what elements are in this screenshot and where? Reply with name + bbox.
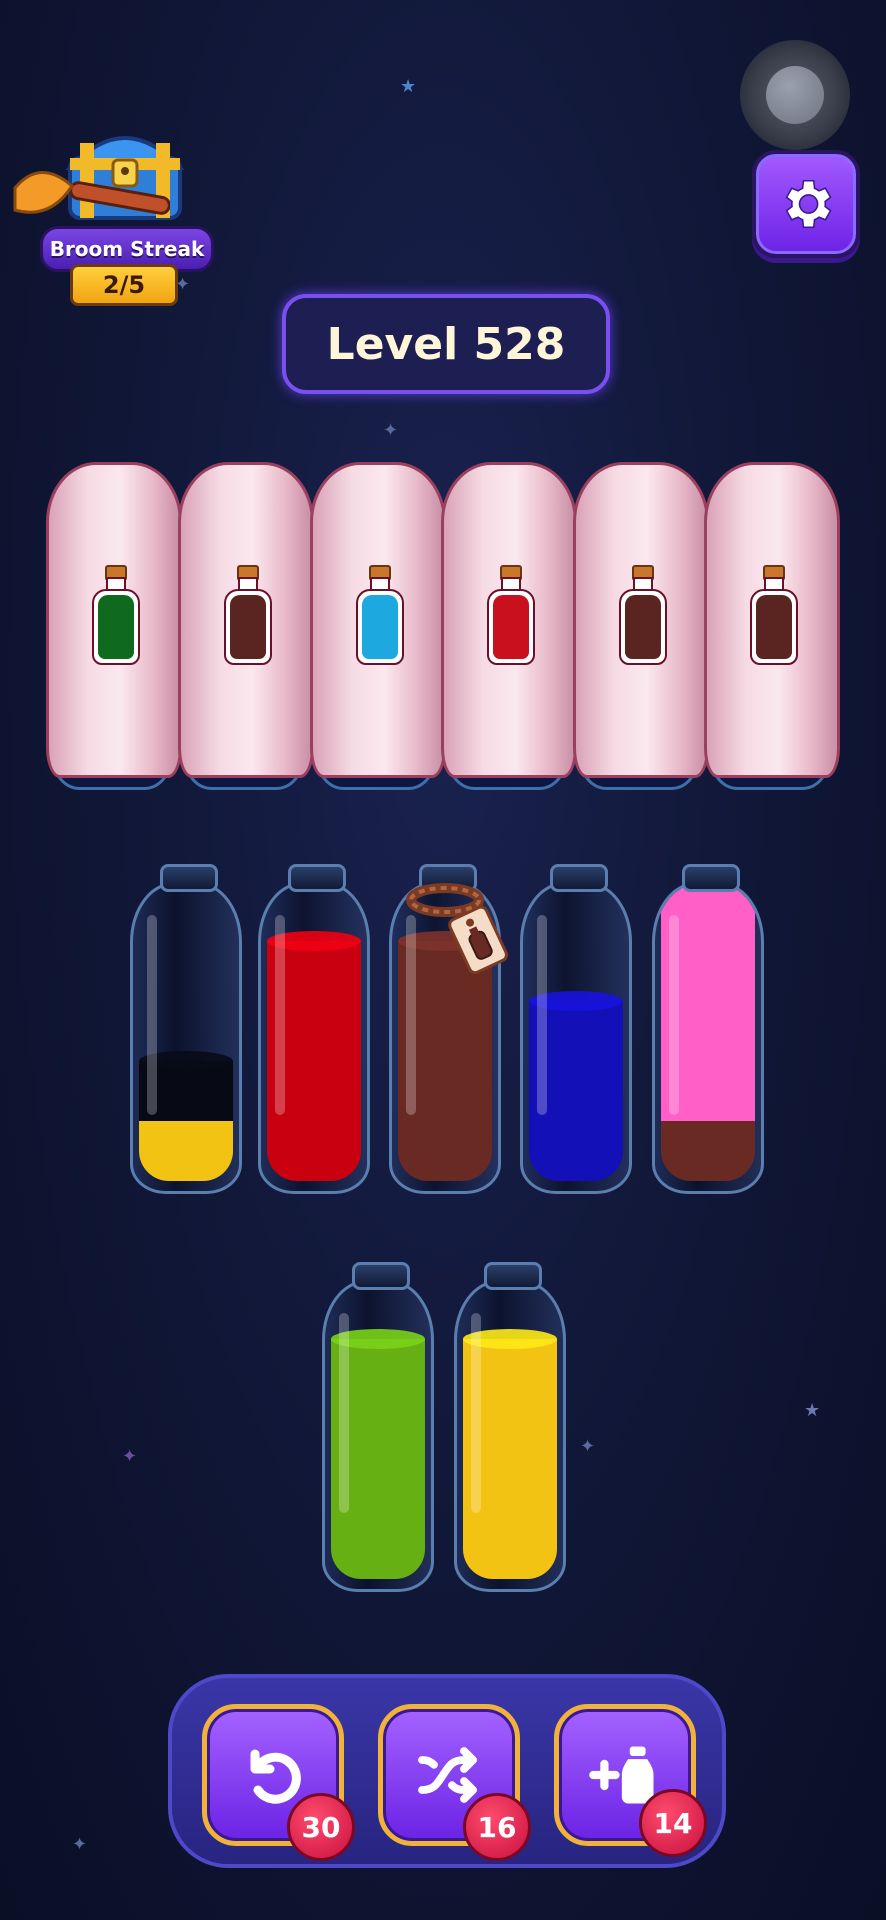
tube-cap [288,864,346,892]
cloth-cover [704,462,840,778]
broom-streak-count: 2/5 [70,264,178,306]
star-decoration: ★ [804,1400,821,1421]
covered-bottle[interactable] [310,462,446,792]
tube[interactable] [454,1262,566,1592]
hint-bottle-icon [487,565,535,665]
tube-cap [682,864,740,892]
broom-streak-label: Broom Streak [49,237,205,261]
add-tube-button[interactable]: 14 [554,1704,707,1857]
hint-bottle-icon [356,565,404,665]
hint-bottle-icon [750,565,798,665]
cloth-cover [441,462,577,778]
tube-cap [484,1262,542,1290]
shuffle-button[interactable]: 16 [378,1704,531,1861]
covered-bottle[interactable] [704,462,840,792]
star-decoration: ✦ [72,1834,88,1855]
tube[interactable] [520,864,632,1194]
liquid-layer [139,1121,233,1181]
rope-lock-icon [406,883,508,975]
tube[interactable] [322,1262,434,1592]
tube-body [130,882,242,1194]
tube[interactable] [258,864,370,1194]
shuffle-count-badge: 16 [463,1793,531,1861]
undo-button[interactable]: 30 [202,1704,355,1861]
star-decoration: ✦ [580,1436,596,1457]
tube-cap [160,864,218,892]
covered-bottle[interactable] [178,462,314,792]
tube-body [258,882,370,1194]
tube[interactable] [130,864,242,1194]
cloth-cover [46,462,182,778]
liquid-layer [661,1121,755,1181]
cloth-cover [573,462,709,778]
tube-cap [352,1262,410,1290]
covered-bottle[interactable] [46,462,182,792]
hint-bottle-icon [92,565,140,665]
tube-body [520,882,632,1194]
tube-cap [550,864,608,892]
covered-bottle[interactable] [441,462,577,792]
bottom-toolbar: 30 16 14 [168,1674,726,1868]
cloth-cover [178,462,314,778]
level-banner: Level 528 [282,294,610,394]
tube[interactable] [652,864,764,1194]
settings-button[interactable] [752,150,860,258]
gear-icon [785,179,832,229]
hint-bottle-icon [619,565,667,665]
level-title: Level 528 [326,318,566,370]
tube-body [322,1280,434,1592]
tube-body [454,1280,566,1592]
star-decoration: ✦ [383,420,399,441]
add-tube-count-badge: 14 [639,1789,707,1857]
floating-menu-button[interactable] [740,40,850,150]
hint-bottle-icon [224,565,272,665]
undo-count-badge: 30 [287,1793,355,1861]
broom-streak-widget[interactable]: Broom Streak 2/5 [10,118,214,306]
tube-body [652,882,764,1194]
star-decoration: ★ [400,76,417,97]
covered-bottle[interactable] [573,462,709,792]
cloth-cover [310,462,446,778]
star-decoration: ✦ [122,1446,138,1467]
